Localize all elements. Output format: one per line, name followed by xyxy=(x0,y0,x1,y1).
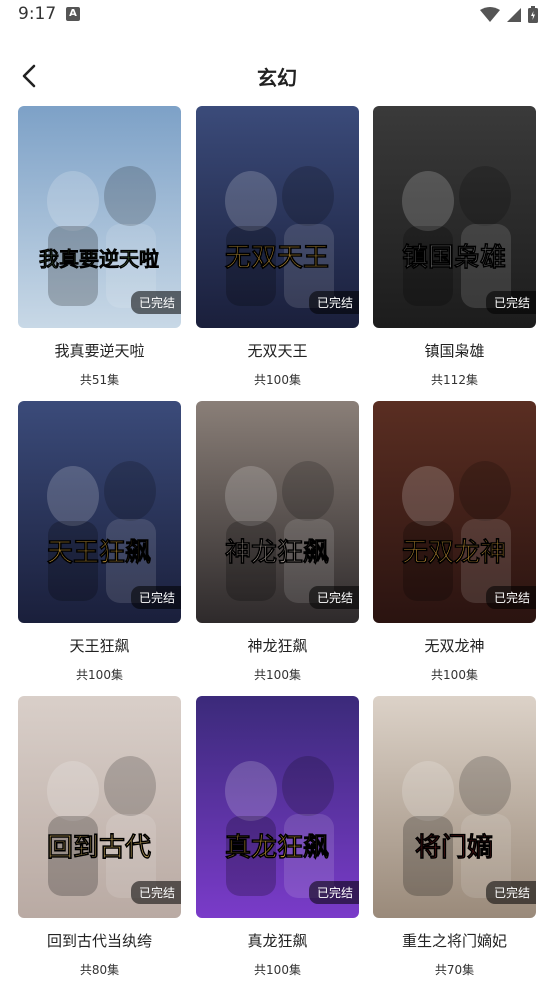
status-badge: 已完结 xyxy=(308,586,359,609)
poster-image[interactable]: 无双天王已完结 xyxy=(196,106,359,328)
episode-count: 共51集 xyxy=(79,373,120,387)
poster-image[interactable]: 真龙狂飙已完结 xyxy=(196,696,359,918)
poster-image[interactable]: 我真要逆天啦已完结 xyxy=(18,106,181,328)
drama-title[interactable]: 天王狂飙 xyxy=(18,635,181,656)
status-time: 9:17 xyxy=(18,4,57,24)
status-badge: 已完结 xyxy=(308,881,359,904)
wifi-icon xyxy=(480,6,500,22)
poster-image[interactable]: 将门嫡已完结 xyxy=(373,696,536,918)
drama-card[interactable]: 真龙狂飙 已完结 真龙狂飙 共100集 xyxy=(196,696,359,978)
poster-image[interactable]: 回到古代已完结 xyxy=(18,696,181,918)
drama-title[interactable]: 神龙狂飙 xyxy=(196,635,359,656)
drama-title[interactable]: 回到古代当纨绔 xyxy=(18,930,181,951)
notification-icon: A xyxy=(66,7,80,21)
poster-title-art: 无双龙神 xyxy=(402,538,506,568)
poster-title-art: 镇国枭雄 xyxy=(402,242,506,273)
poster-title-art: 无双天王 xyxy=(225,243,329,273)
drama-card[interactable]: 将门嫡已完结重生之将门嫡妃共70集 xyxy=(373,696,536,978)
status-badge: 已完结 xyxy=(485,291,536,314)
drama-title[interactable]: 无双龙神 xyxy=(373,635,536,656)
poster-title-art: 将门嫡 xyxy=(415,832,493,863)
episode-count: 共112集 xyxy=(431,373,478,387)
drama-card[interactable]: 无双龙神 已完结 无双龙神 共100集 xyxy=(373,401,536,683)
drama-card[interactable]: 镇国枭雄 已完结 镇国枭雄 共112集 xyxy=(373,106,536,388)
episode-count: 共100集 xyxy=(431,668,478,682)
poster-title-art: 我真要逆天啦 xyxy=(39,247,159,271)
poster-image[interactable]: 无双龙神已完结 xyxy=(373,401,536,623)
drama-title[interactable]: 无双天王 xyxy=(196,340,359,361)
battery-icon xyxy=(528,6,538,23)
page-title: 玄幻 xyxy=(257,66,297,90)
episode-count: 共70集 xyxy=(434,963,475,977)
drama-title[interactable]: 我真要逆天啦 xyxy=(18,340,181,361)
drama-title[interactable]: 镇国枭雄 xyxy=(373,340,536,361)
drama-title[interactable]: 真龙狂飙 xyxy=(196,930,359,951)
drama-card[interactable]: 我真要逆天啦 已完结 我真要逆天啦 共51集 xyxy=(18,106,181,388)
poster-title-art: 天王狂飙 xyxy=(47,538,151,568)
status-badge: 已完结 xyxy=(130,881,181,904)
episode-count: 共100集 xyxy=(254,963,301,977)
status-icons xyxy=(480,6,538,23)
episode-count: 共100集 xyxy=(76,668,123,682)
episode-count: 共100集 xyxy=(254,668,301,682)
poster-title-art: 回到古代 xyxy=(47,833,151,863)
episode-count: 共80集 xyxy=(79,963,120,977)
drama-card[interactable]: 天王狂飙 已完结 天王狂飙 共100集 xyxy=(18,401,181,683)
signal-icon xyxy=(507,7,521,22)
poster-title-art: 神龙狂飙 xyxy=(225,538,329,568)
drama-card[interactable]: 回到古代已完结回到古代当纨绔共80集 xyxy=(18,696,181,978)
header: 玄幻 xyxy=(0,50,554,104)
status-badge: 已完结 xyxy=(130,586,181,609)
drama-card[interactable]: 无双天王 已完结 无双天王 共100集 xyxy=(196,106,359,388)
status-badge: 已完结 xyxy=(130,291,181,314)
drama-title[interactable]: 重生之将门嫡妃 xyxy=(373,930,536,951)
status-badge: 已完结 xyxy=(485,586,536,609)
poster-image[interactable]: 天王狂飙已完结 xyxy=(18,401,181,623)
status-badge: 已完结 xyxy=(485,881,536,904)
poster-image[interactable]: 神龙狂飙已完结 xyxy=(196,401,359,623)
status-badge: 已完结 xyxy=(308,291,359,314)
episode-count: 共100集 xyxy=(254,373,301,387)
drama-card[interactable]: 神龙狂飙 已完结 神龙狂飙 共100集 xyxy=(196,401,359,683)
status-bar: 9:17 A xyxy=(0,0,554,32)
poster-title-art: 真龙狂飙 xyxy=(225,833,329,863)
poster-image[interactable]: 镇国枭雄已完结 xyxy=(373,106,536,328)
